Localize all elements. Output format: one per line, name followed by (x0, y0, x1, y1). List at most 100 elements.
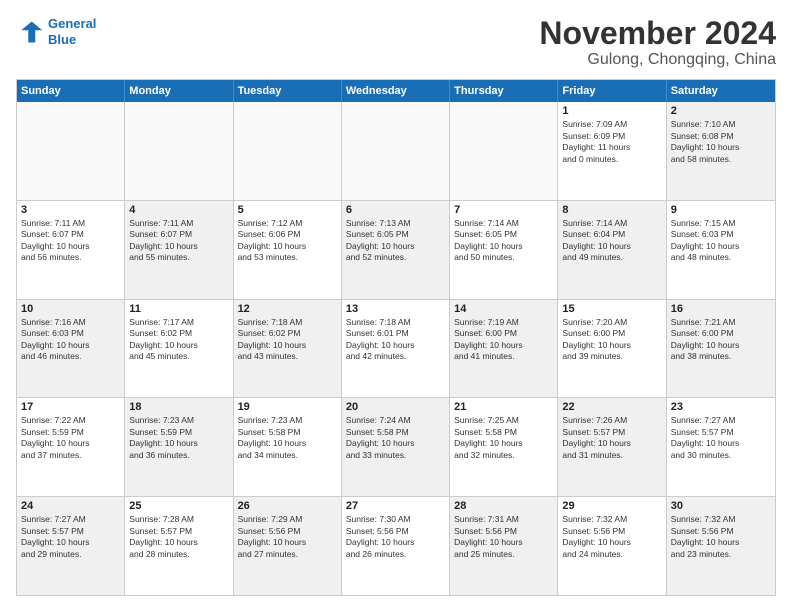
cell-info-text: Sunrise: 7:32 AM Sunset: 5:56 PM Dayligh… (562, 514, 661, 560)
calendar-cell-day-19: 19Sunrise: 7:23 AM Sunset: 5:58 PM Dayli… (234, 398, 342, 496)
calendar-cell-day-22: 22 Sunrise: 7:26 AM Sunset: 5:57 PM Dayli… (558, 398, 666, 496)
day-number: 21 (454, 401, 553, 413)
cell-info-text: Sunrise: 7:14 AM Sunset: 6:05 PM Dayligh… (454, 218, 553, 264)
location: Gulong, Chongqing, China (539, 51, 776, 69)
cell-info-text: Sunrise: 7:11 AM Sunset: 6:07 PM Dayligh… (21, 218, 120, 264)
cell-info-text: Sunrise: 7:25 AM Sunset: 5:58 PM Dayligh… (454, 415, 553, 461)
cell-info-text: Sunrise: 7:22 AM Sunset: 5:59 PM Dayligh… (21, 415, 120, 461)
day-number: 3 (21, 204, 120, 216)
calendar-cell-day-10: 10 Sunrise: 7:16 AM Sunset: 6:03 PM Dayli… (17, 300, 125, 398)
calendar-cell-day-17: 17 Sunrise: 7:22 AM Sunset: 5:59 PM Dayli… (17, 398, 125, 496)
calendar-cell-day-6: 6 Sunrise: 7:13 AM Sunset: 6:05 PM Daylig… (342, 201, 450, 299)
day-number: 20 (346, 401, 445, 413)
day-number: 26 (238, 500, 337, 512)
calendar-cell-day-1: 1 Sunrise: 7:09 AM Sunset: 6:09 PM Daylig… (558, 102, 666, 200)
cell-info-text: Sunrise: 7:23 AM Sunset: 5:59 PM Dayligh… (129, 415, 228, 461)
cell-info-text: Sunrise: 7:13 AM Sunset: 6:05 PM Dayligh… (346, 218, 445, 264)
calendar-cell-day-5: 5Sunrise: 7:12 AM Sunset: 6:06 PM Daylig… (234, 201, 342, 299)
cell-info-text: Sunrise: 7:20 AM Sunset: 6:00 PM Dayligh… (562, 317, 661, 363)
calendar-cell-day-2: 2Sunrise: 7:10 AM Sunset: 6:08 PM Daylig… (667, 102, 775, 200)
calendar-row-3: 17 Sunrise: 7:22 AM Sunset: 5:59 PM Dayli… (17, 397, 775, 496)
calendar-cell-day-18: 18Sunrise: 7:23 AM Sunset: 5:59 PM Dayli… (125, 398, 233, 496)
cell-info-text: Sunrise: 7:27 AM Sunset: 5:57 PM Dayligh… (21, 514, 120, 560)
day-number: 14 (454, 303, 553, 315)
cell-info-text: Sunrise: 7:32 AM Sunset: 5:56 PM Dayligh… (671, 514, 771, 560)
cell-info-text: Sunrise: 7:28 AM Sunset: 5:57 PM Dayligh… (129, 514, 228, 560)
day-number: 8 (562, 204, 661, 216)
cell-info-text: Sunrise: 7:19 AM Sunset: 6:00 PM Dayligh… (454, 317, 553, 363)
weekday-header-sunday: Sunday (17, 80, 125, 102)
cell-info-text: Sunrise: 7:12 AM Sunset: 6:06 PM Dayligh… (238, 218, 337, 264)
calendar-cell-day-24: 24Sunrise: 7:27 AM Sunset: 5:57 PM Dayli… (17, 497, 125, 595)
cell-info-text: Sunrise: 7:16 AM Sunset: 6:03 PM Dayligh… (21, 317, 120, 363)
calendar-row-1: 3 Sunrise: 7:11 AM Sunset: 6:07 PM Daylig… (17, 200, 775, 299)
cell-info-text: Sunrise: 7:14 AM Sunset: 6:04 PM Dayligh… (562, 218, 661, 264)
calendar-cell-day-9: 9Sunrise: 7:15 AM Sunset: 6:03 PM Daylig… (667, 201, 775, 299)
logo-text: General Blue (48, 16, 96, 47)
day-number: 22 (562, 401, 661, 413)
calendar: SundayMondayTuesdayWednesdayThursdayFrid… (16, 79, 776, 596)
header-right: November 2024 Gulong, Chongqing, China (539, 16, 776, 69)
day-number: 16 (671, 303, 771, 315)
cell-info-text: Sunrise: 7:09 AM Sunset: 6:09 PM Dayligh… (562, 119, 661, 165)
cell-info-text: Sunrise: 7:30 AM Sunset: 5:56 PM Dayligh… (346, 514, 445, 560)
calendar-cell-day-8: 8 Sunrise: 7:14 AM Sunset: 6:04 PM Daylig… (558, 201, 666, 299)
day-number: 11 (129, 303, 228, 315)
day-number: 23 (671, 401, 771, 413)
weekday-header-wednesday: Wednesday (342, 80, 450, 102)
day-number: 6 (346, 204, 445, 216)
calendar-cell-empty (342, 102, 450, 200)
calendar-cell-day-29: 29 Sunrise: 7:32 AM Sunset: 5:56 PM Dayli… (558, 497, 666, 595)
calendar-cell-empty (234, 102, 342, 200)
calendar-cell-empty (450, 102, 558, 200)
calendar-cell-day-27: 27 Sunrise: 7:30 AM Sunset: 5:56 PM Dayli… (342, 497, 450, 595)
calendar-cell-day-4: 4 Sunrise: 7:11 AM Sunset: 6:07 PM Daylig… (125, 201, 233, 299)
calendar-row-2: 10 Sunrise: 7:16 AM Sunset: 6:03 PM Dayli… (17, 299, 775, 398)
cell-info-text: Sunrise: 7:18 AM Sunset: 6:01 PM Dayligh… (346, 317, 445, 363)
day-number: 17 (21, 401, 120, 413)
day-number: 4 (129, 204, 228, 216)
calendar-cell-day-28: 28 Sunrise: 7:31 AM Sunset: 5:56 PM Dayli… (450, 497, 558, 595)
calendar-cell-empty (125, 102, 233, 200)
calendar-cell-day-14: 14 Sunrise: 7:19 AM Sunset: 6:00 PM Dayli… (450, 300, 558, 398)
calendar-cell-empty (17, 102, 125, 200)
day-number: 13 (346, 303, 445, 315)
day-number: 1 (562, 105, 661, 117)
logo-icon (16, 18, 44, 46)
weekday-header-saturday: Saturday (667, 80, 775, 102)
calendar-cell-day-7: 7 Sunrise: 7:14 AM Sunset: 6:05 PM Daylig… (450, 201, 558, 299)
cell-info-text: Sunrise: 7:24 AM Sunset: 5:58 PM Dayligh… (346, 415, 445, 461)
cell-info-text: Sunrise: 7:18 AM Sunset: 6:02 PM Dayligh… (238, 317, 337, 363)
day-number: 19 (238, 401, 337, 413)
cell-info-text: Sunrise: 7:15 AM Sunset: 6:03 PM Dayligh… (671, 218, 771, 264)
day-number: 28 (454, 500, 553, 512)
cell-info-text: Sunrise: 7:11 AM Sunset: 6:07 PM Dayligh… (129, 218, 228, 264)
logo-line1: General (48, 16, 96, 31)
calendar-cell-day-25: 25Sunrise: 7:28 AM Sunset: 5:57 PM Dayli… (125, 497, 233, 595)
cell-info-text: Sunrise: 7:26 AM Sunset: 5:57 PM Dayligh… (562, 415, 661, 461)
cell-info-text: Sunrise: 7:31 AM Sunset: 5:56 PM Dayligh… (454, 514, 553, 560)
calendar-cell-day-13: 13 Sunrise: 7:18 AM Sunset: 6:01 PM Dayli… (342, 300, 450, 398)
day-number: 30 (671, 500, 771, 512)
day-number: 15 (562, 303, 661, 315)
cell-info-text: Sunrise: 7:29 AM Sunset: 5:56 PM Dayligh… (238, 514, 337, 560)
calendar-cell-day-26: 26 Sunrise: 7:29 AM Sunset: 5:56 PM Dayli… (234, 497, 342, 595)
cell-info-text: Sunrise: 7:17 AM Sunset: 6:02 PM Dayligh… (129, 317, 228, 363)
calendar-row-4: 24Sunrise: 7:27 AM Sunset: 5:57 PM Dayli… (17, 496, 775, 595)
calendar-cell-day-3: 3 Sunrise: 7:11 AM Sunset: 6:07 PM Daylig… (17, 201, 125, 299)
calendar-cell-day-12: 12Sunrise: 7:18 AM Sunset: 6:02 PM Dayli… (234, 300, 342, 398)
calendar-cell-day-20: 20 Sunrise: 7:24 AM Sunset: 5:58 PM Dayli… (342, 398, 450, 496)
cell-info-text: Sunrise: 7:27 AM Sunset: 5:57 PM Dayligh… (671, 415, 771, 461)
day-number: 10 (21, 303, 120, 315)
cell-info-text: Sunrise: 7:21 AM Sunset: 6:00 PM Dayligh… (671, 317, 771, 363)
calendar-cell-day-30: 30 Sunrise: 7:32 AM Sunset: 5:56 PM Dayli… (667, 497, 775, 595)
weekday-header-monday: Monday (125, 80, 233, 102)
day-number: 7 (454, 204, 553, 216)
day-number: 27 (346, 500, 445, 512)
calendar-header: SundayMondayTuesdayWednesdayThursdayFrid… (17, 80, 775, 102)
day-number: 29 (562, 500, 661, 512)
calendar-cell-day-11: 11 Sunrise: 7:17 AM Sunset: 6:02 PM Dayli… (125, 300, 233, 398)
header: General Blue November 2024 Gulong, Chong… (16, 16, 776, 69)
calendar-cell-day-15: 15 Sunrise: 7:20 AM Sunset: 6:00 PM Dayli… (558, 300, 666, 398)
page: General Blue November 2024 Gulong, Chong… (0, 0, 792, 612)
